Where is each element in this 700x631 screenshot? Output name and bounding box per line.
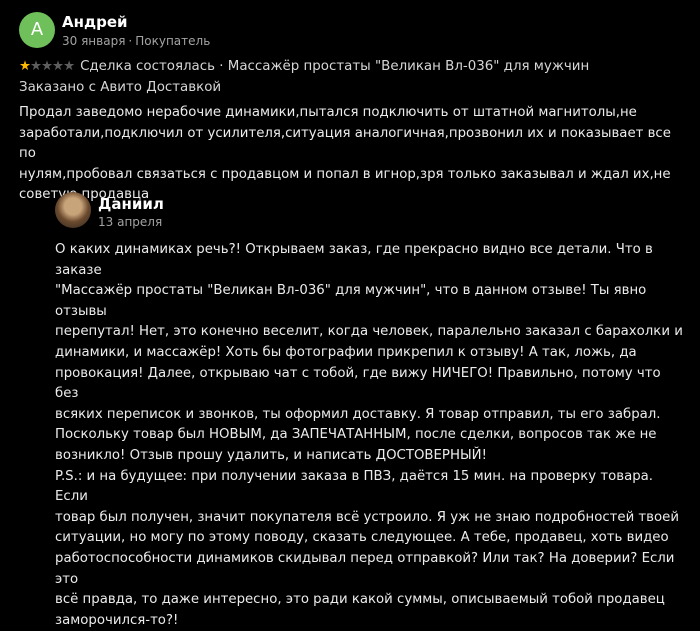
reply-text: О каких динамиках речь?! Открываем заказ… [55,242,683,628]
star-icon: ★ [63,59,75,74]
meta-separator: · [128,34,133,48]
rating-stars: ★★★★★ [19,59,75,74]
rating-row: ★★★★★ Сделка состоялась · Массажёр проста… [19,59,589,74]
avatar[interactable]: А [19,12,55,48]
reply-author[interactable]: Даниил [98,195,164,213]
review-meta: 30 января · Покупатель [62,34,210,48]
review-date: 30 января [62,34,126,48]
deal-info: Сделка состоялась · Массажёр простаты "В… [80,59,590,74]
star-icon: ★ [19,59,31,74]
review-author[interactable]: Андрей [62,13,128,31]
star-icon: ★ [41,59,53,74]
star-icon: ★ [30,59,42,74]
reply-avatar[interactable] [55,192,91,228]
reply-date: 13 апреля [98,215,163,229]
review-role: Покупатель [135,34,211,48]
review-text: Продал заведомо нерабочие динамики,пытал… [19,105,671,202]
star-icon: ★ [52,59,64,74]
delivery-info: Заказано с Авито Доставкой [19,80,222,95]
